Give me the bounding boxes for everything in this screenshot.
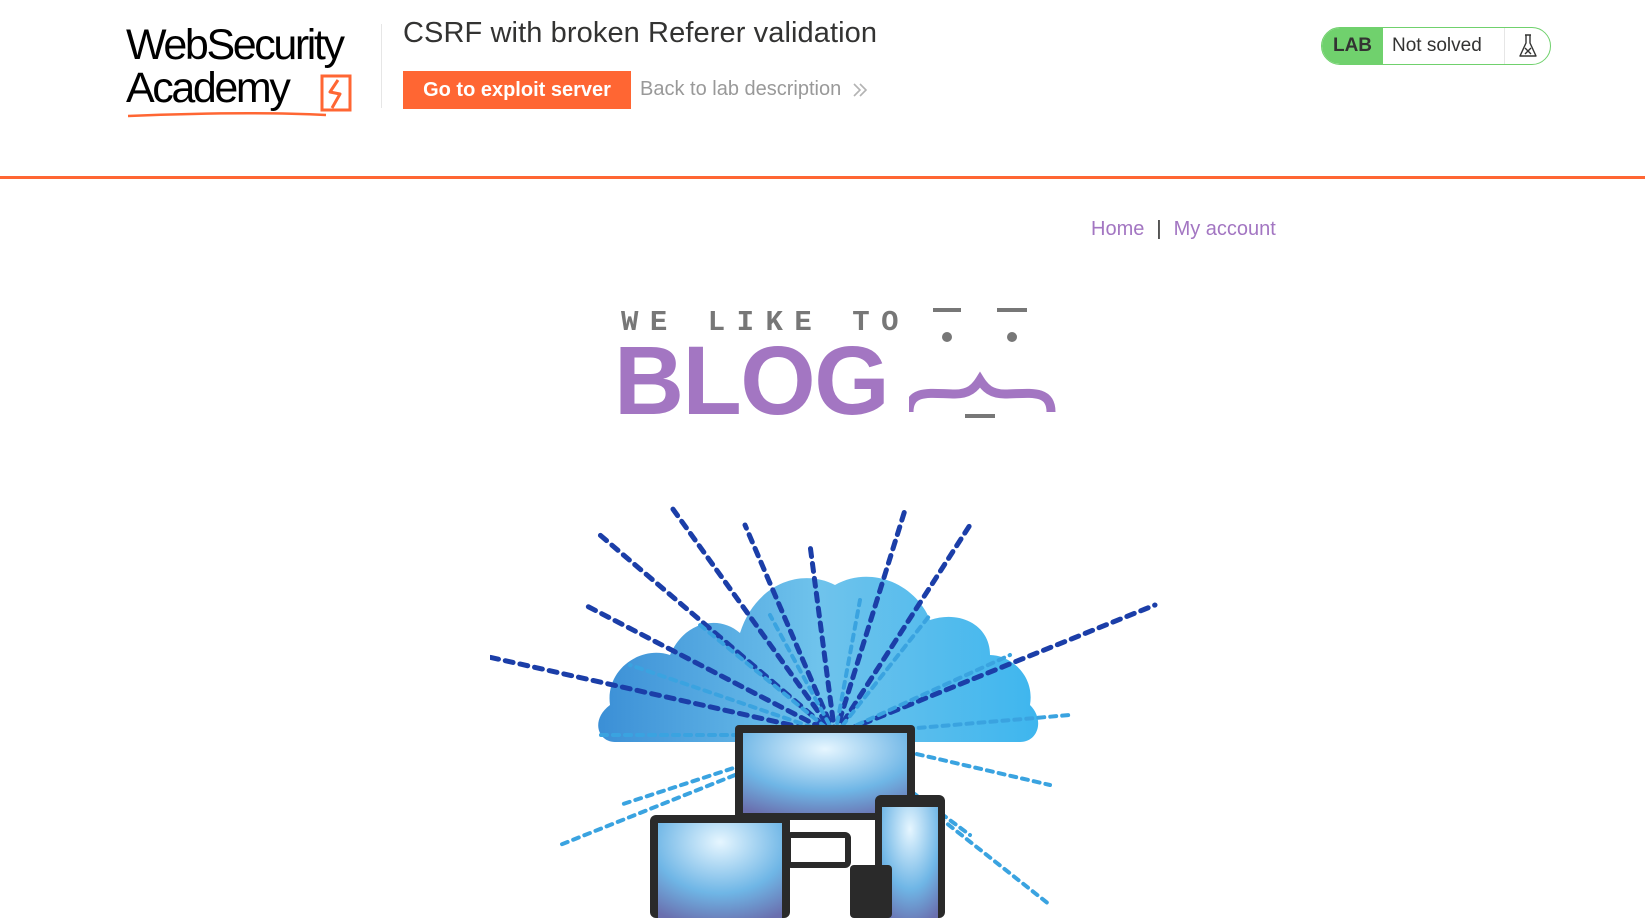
back-link-label: Back to lab description — [640, 78, 842, 100]
lab-title: CSRF with broken Referer validation — [403, 17, 878, 49]
web-security-academy-logo[interactable]: WebSecurity Academy — [126, 21, 386, 118]
logo-text-line2: Academy — [126, 64, 291, 112]
hero-illustration — [477, 502, 1158, 918]
nav-separator: | — [1156, 218, 1162, 240]
academy-header: WebSecurity Academy CSRF with broken Ref… — [0, 0, 1645, 179]
blog-title: BLOG — [614, 326, 890, 435]
logo-underline-icon — [128, 111, 327, 118]
lab-status-widget: LAB Not solved — [1321, 27, 1551, 65]
lab-status-text: Not solved — [1383, 28, 1505, 64]
flask-icon — [1518, 34, 1537, 57]
top-links: Home | My account — [1091, 218, 1276, 241]
title-divider — [381, 24, 382, 108]
blog-face-icon — [909, 308, 1056, 418]
lab-badge: LAB — [1322, 28, 1383, 64]
flask-icon-container — [1505, 28, 1550, 64]
double-chevron-right-icon — [853, 82, 868, 97]
go-to-exploit-server-button[interactable]: Go to exploit server — [403, 71, 631, 109]
my-account-link[interactable]: My account — [1174, 218, 1276, 241]
back-to-lab-description-link[interactable]: Back to lab description — [640, 78, 869, 101]
logo-text-line1: WebSecurity — [126, 21, 345, 69]
blog-header: WE LIKE TO BLOG — [614, 300, 1064, 429]
home-link[interactable]: Home — [1091, 218, 1144, 241]
cloud-binary-devices-image — [477, 502, 1210, 918]
